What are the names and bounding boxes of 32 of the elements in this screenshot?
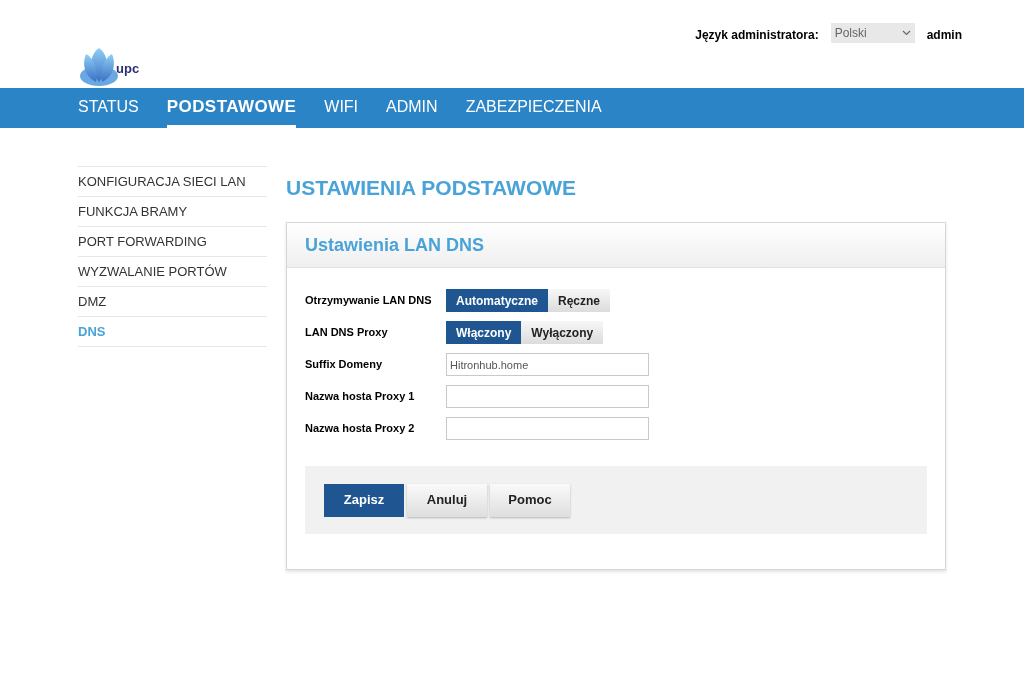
action-button[interactable]: Pomoc	[490, 483, 570, 517]
toggle-option[interactable]: Ręczne	[548, 289, 611, 312]
sidebar-item[interactable]: DMZ	[78, 287, 267, 317]
sidebar-item[interactable]: PORT FORWARDING	[78, 227, 267, 257]
text-field[interactable]: Hitronhub.home	[446, 353, 649, 376]
user-name[interactable]: admin	[926, 26, 962, 44]
nav-tab[interactable]: STATUS	[78, 88, 139, 128]
action-button[interactable]: Zapisz	[324, 483, 404, 517]
language-label: Język administratora:	[695, 27, 819, 44]
text-field[interactable]	[446, 417, 649, 440]
field-label: Suffix Domeny	[305, 357, 383, 373]
language-select[interactable]: Polski	[830, 23, 915, 43]
nav-tab[interactable]: ZABEZPIECZENIA	[465, 88, 602, 128]
field-label: Otrzymywanie LAN DNS	[305, 293, 433, 309]
sidebar-item[interactable]: FUNKCJA BRAMY	[78, 197, 267, 227]
sidebar-item[interactable]: WYZWALANIE PORTÓW	[78, 257, 267, 287]
text-field[interactable]	[446, 385, 649, 408]
toggle-option[interactable]: Automatyczne	[446, 289, 548, 312]
brand-name: upc	[116, 59, 140, 78]
nav-tab[interactable]: WIFI	[324, 88, 359, 128]
field-label: LAN DNS Proxy	[305, 325, 389, 341]
sidebar-item[interactable]: KONFIGURACJA SIECI LAN	[78, 167, 267, 197]
chevron-down-icon	[901, 30, 911, 36]
field-label: Nazwa hosta Proxy 1	[305, 389, 416, 405]
action-button[interactable]: Anuluj	[407, 483, 487, 517]
nav-tab[interactable]: ADMIN	[386, 88, 438, 128]
field-label: Nazwa hosta Proxy 2	[305, 421, 416, 437]
toggle-option[interactable]: Włączony	[446, 321, 522, 344]
page-title: USTAWIENIA PODSTAWOWE	[286, 175, 578, 200]
nav-tab[interactable]: PODSTAWOWE	[166, 88, 297, 128]
toggle-option[interactable]: Wyłączony	[521, 321, 604, 344]
panel-title: Ustawienia LAN DNS	[305, 233, 485, 257]
